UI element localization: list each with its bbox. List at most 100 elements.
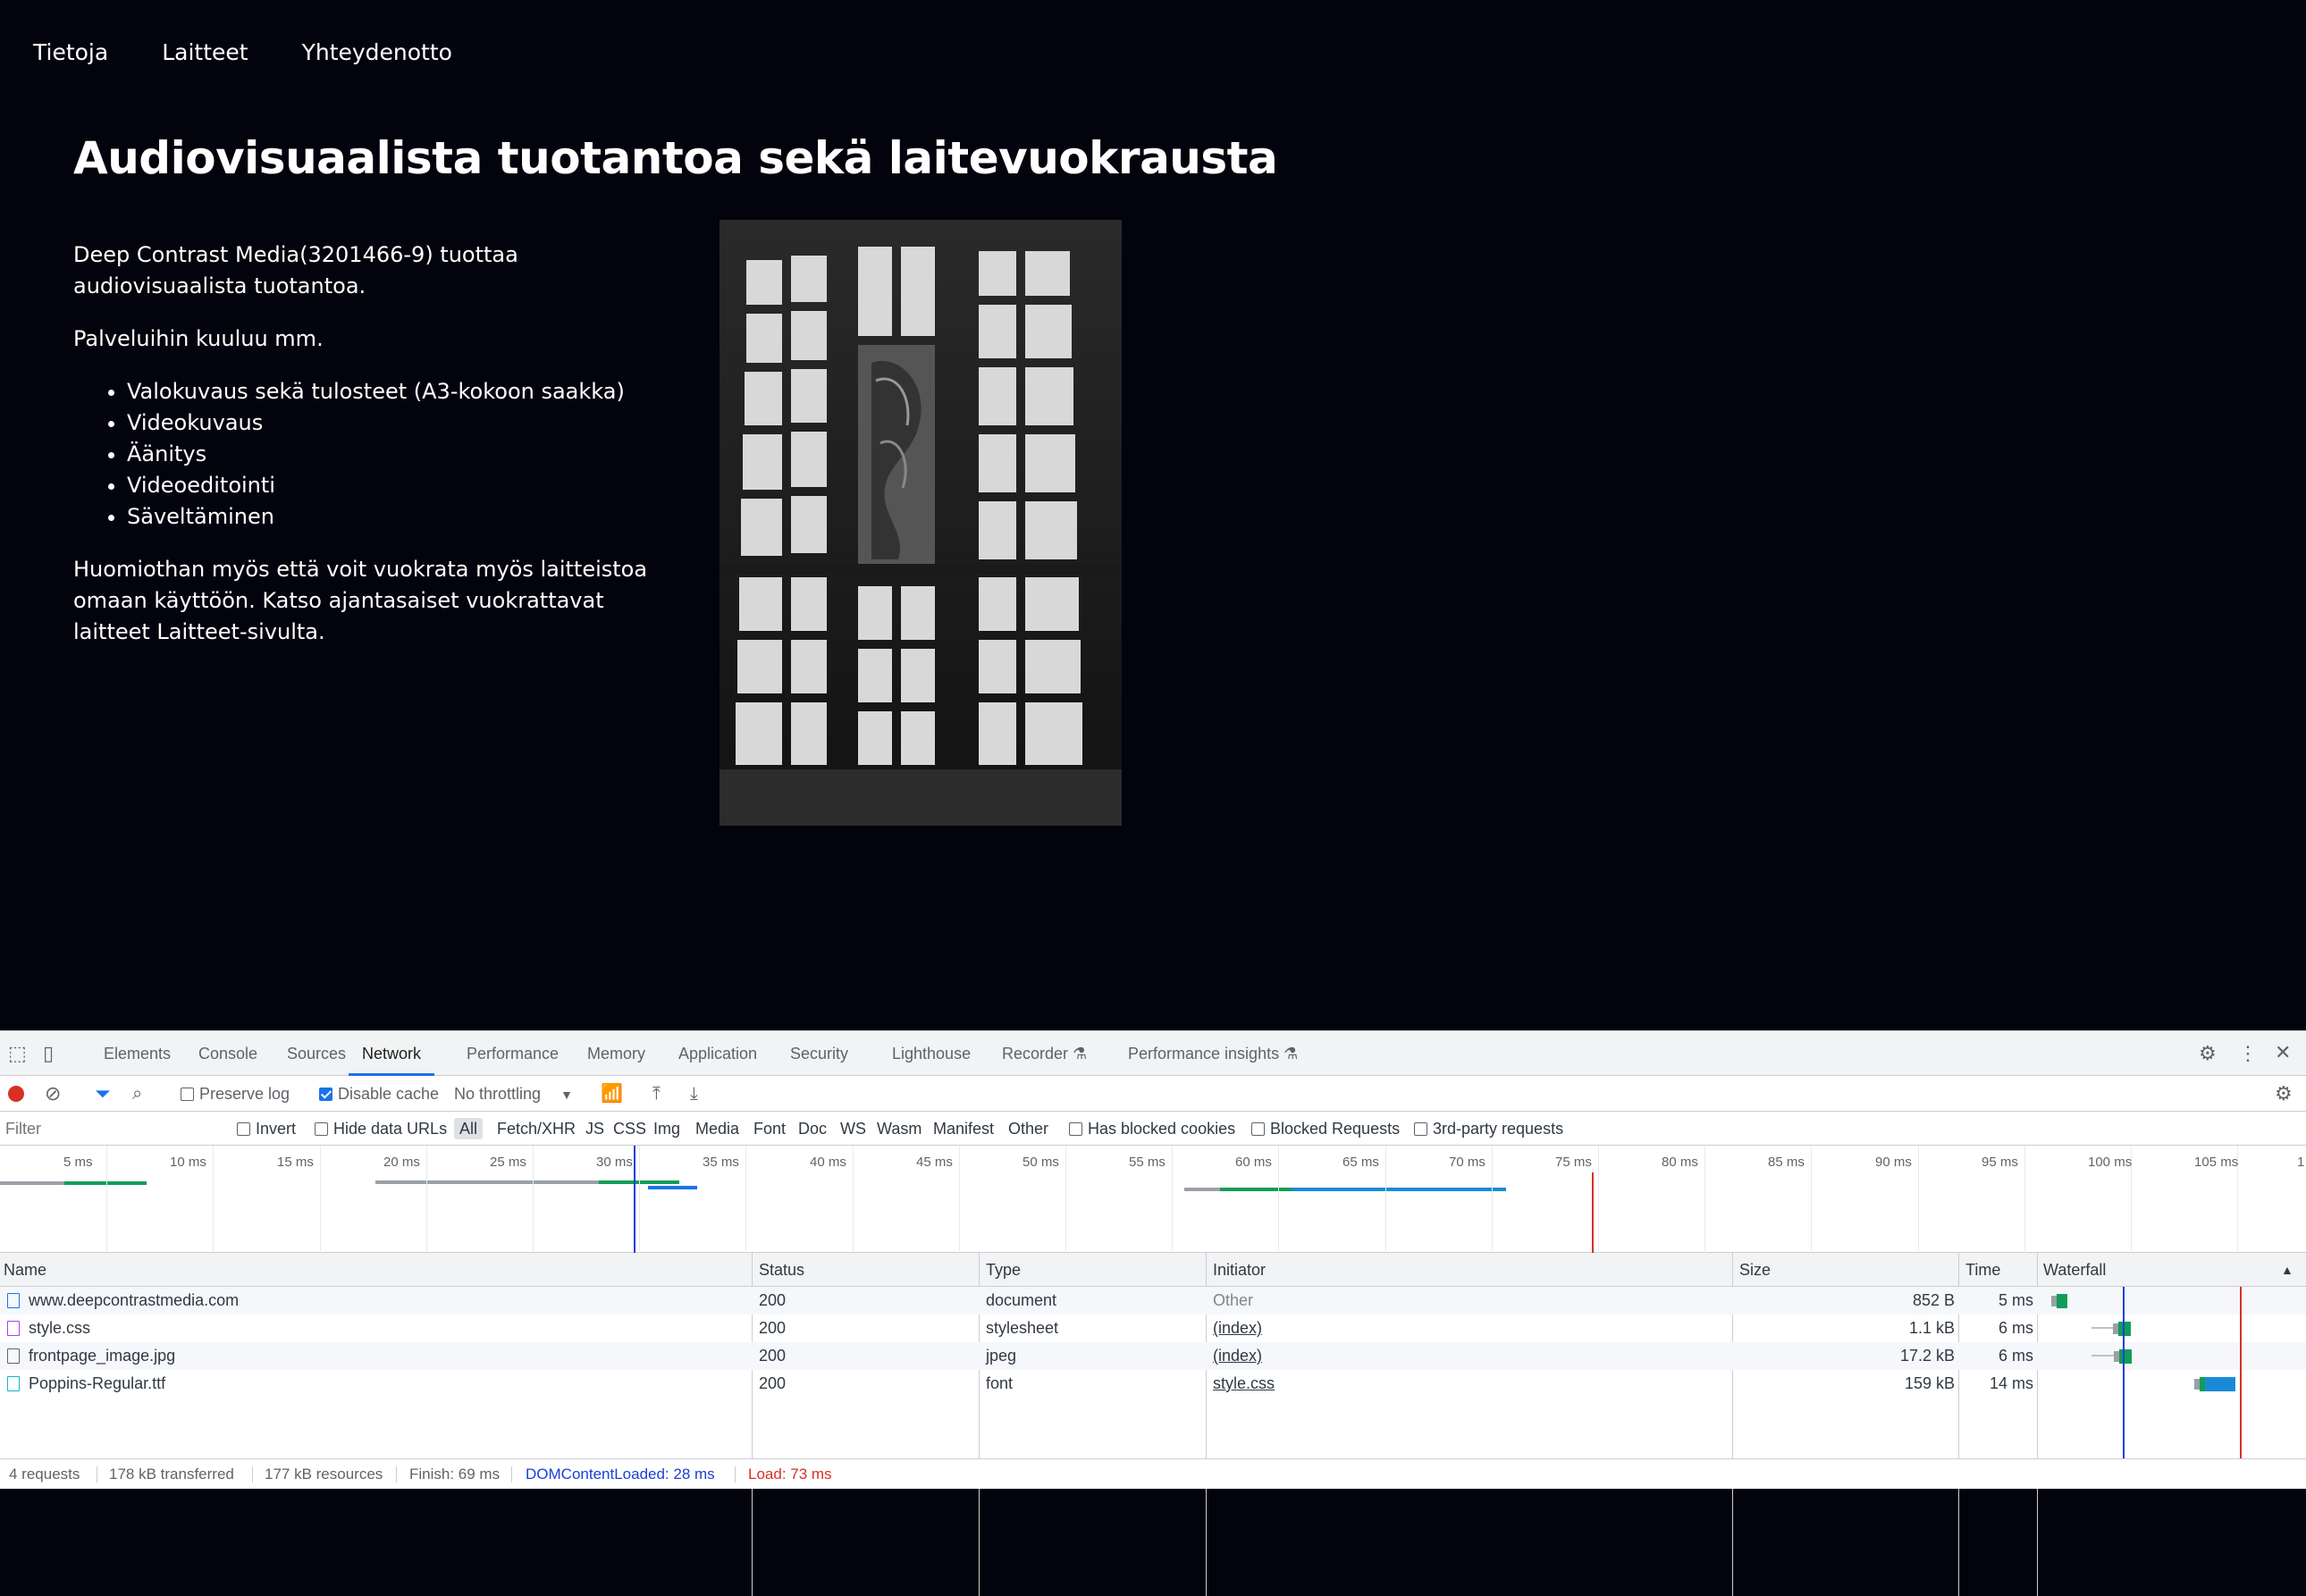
type-filter-fetch-xhr[interactable]: Fetch/XHR [497, 1112, 576, 1146]
table-row[interactable]: frontpage_image.jpg 200 jpeg (index) 17.… [0, 1342, 2306, 1370]
type-filter-ws[interactable]: WS [840, 1112, 866, 1146]
overview-gridline [320, 1146, 321, 1253]
request-size: 17.2 kB [1899, 1347, 1955, 1365]
tab-console[interactable]: Console [198, 1031, 257, 1076]
clear-icon[interactable]: ⊘ [45, 1076, 61, 1112]
record-button[interactable] [8, 1076, 24, 1112]
column-type[interactable]: Type [982, 1253, 1021, 1287]
nav-link-laitteet[interactable]: Laitteet [162, 39, 248, 65]
preserve-log-checkbox[interactable]: Preserve log [181, 1076, 290, 1112]
church-window-image [720, 220, 1122, 826]
overview-gridline [1811, 1146, 1812, 1253]
frontpage-photo [720, 220, 1122, 826]
network-settings-gear-icon[interactable]: ⚙ [2275, 1076, 2293, 1112]
waterfall-bar [2118, 1322, 2131, 1336]
export-har-icon[interactable]: ⤓ [690, 1076, 698, 1112]
overview-tick-label: 35 ms [703, 1155, 739, 1170]
overview-tick-label: 105 ms [2194, 1155, 2239, 1170]
overview-tick-label: 80 ms [1662, 1155, 1698, 1170]
checkbox-box [1414, 1122, 1427, 1136]
overview-gridline [1065, 1146, 1066, 1253]
blocked-requests-checkbox[interactable]: Blocked Requests [1251, 1112, 1400, 1146]
type-filter-img[interactable]: Img [653, 1112, 680, 1146]
overview-tick-label: 50 ms [1023, 1155, 1059, 1170]
type-filter-manifest[interactable]: Manifest [933, 1112, 994, 1146]
overview-tick-label: 45 ms [916, 1155, 953, 1170]
column-size[interactable]: Size [1736, 1253, 1771, 1287]
image-icon [7, 1348, 20, 1364]
more-options-icon[interactable]: ⋮ [2238, 1044, 2258, 1063]
overview-tick-label: 20 ms [383, 1155, 420, 1170]
table-row[interactable]: www.deepcontrastmedia.com 200 document O… [0, 1287, 2306, 1315]
invert-checkbox[interactable]: Invert [237, 1112, 296, 1146]
type-filter-all[interactable]: All [454, 1112, 484, 1146]
status-divider [396, 1466, 397, 1483]
sort-ascending-icon[interactable]: ▲ [2277, 1253, 2293, 1287]
column-initiator[interactable]: Initiator [1209, 1253, 1266, 1287]
intro-paragraph: Deep Contrast Media(3201466-9) tuottaa a… [73, 242, 518, 298]
throttling-select[interactable]: No throttling ▼ [454, 1076, 573, 1112]
settings-gear-icon[interactable]: ⚙ [2199, 1044, 2217, 1063]
network-overview[interactable]: 5 ms 10 ms 15 ms 20 ms 25 ms 30 ms 35 ms 40 ms 4… [0, 1146, 2306, 1253]
column-time[interactable]: Time [1962, 1253, 2000, 1287]
import-har-icon[interactable]: ⤒ [652, 1076, 661, 1112]
search-icon[interactable]: ⌕ [132, 1076, 142, 1112]
column-status[interactable]: Status [755, 1253, 804, 1287]
request-name-text: frontpage_image.jpg [29, 1347, 176, 1365]
request-time: 6 ms [1998, 1347, 2033, 1365]
request-status: 200 [759, 1291, 787, 1309]
table-row[interactable]: style.css 200 stylesheet (index) 1.1 kB … [0, 1315, 2306, 1342]
document-icon [7, 1293, 20, 1308]
tab-application[interactable]: Application [678, 1031, 757, 1076]
status-divider [511, 1466, 512, 1483]
load-time: Load: 73 ms [748, 1466, 832, 1483]
tab-recorder[interactable]: Recorder ⚗ [1002, 1031, 1087, 1076]
tab-security[interactable]: Security [790, 1031, 848, 1076]
type-filter-font[interactable]: Font [753, 1112, 786, 1146]
hide-data-urls-checkbox[interactable]: Hide data URLs [315, 1112, 447, 1146]
table-row[interactable]: Poppins-Regular.ttf 200 font style.css 1… [0, 1370, 2306, 1398]
tab-memory[interactable]: Memory [587, 1031, 645, 1076]
tab-elements[interactable]: Elements [104, 1031, 171, 1076]
filter-input[interactable] [2, 1116, 221, 1141]
device-toolbar-icon[interactable]: ▯ [43, 1044, 54, 1063]
checkbox-box [1251, 1122, 1265, 1136]
overview-gridline [959, 1146, 960, 1253]
close-icon[interactable]: ✕ [2275, 1043, 2291, 1063]
type-filter-wasm[interactable]: Wasm [877, 1112, 922, 1146]
dom-content-loaded-time: DOMContentLoaded: 28 ms [526, 1466, 715, 1483]
tab-performance[interactable]: Performance [467, 1031, 559, 1076]
nav-link-yhteydenotto[interactable]: Yhteydenotto [302, 39, 452, 65]
tab-network[interactable]: Network [349, 1031, 435, 1076]
overview-tick-label: 70 ms [1449, 1155, 1485, 1170]
tab-sources[interactable]: Sources [287, 1031, 346, 1076]
request-initiator-link[interactable]: (index) [1213, 1342, 1262, 1370]
network-conditions-icon[interactable]: 📶 [601, 1076, 623, 1112]
has-blocked-cookies-checkbox[interactable]: Has blocked cookies [1069, 1112, 1235, 1146]
tab-lighthouse[interactable]: Lighthouse [892, 1031, 971, 1076]
request-initiator-link[interactable]: style.css [1213, 1370, 1275, 1398]
experiment-flask-icon: ⚗ [1073, 1045, 1088, 1063]
tab-performance-insights[interactable]: Performance insights ⚗ [1128, 1031, 1298, 1076]
overview-tick-label: 30 ms [596, 1155, 633, 1170]
filter-funnel-icon[interactable]: ⏷ [95, 1076, 111, 1112]
third-party-checkbox[interactable]: 3rd-party requests [1414, 1112, 1563, 1146]
request-status: 200 [759, 1319, 787, 1337]
overview-gridline [1918, 1146, 1919, 1253]
column-name[interactable]: Name [0, 1253, 46, 1287]
invert-label: Invert [256, 1120, 297, 1138]
disable-cache-checkbox[interactable]: Disable cache [319, 1076, 439, 1112]
overview-bar [1220, 1188, 1292, 1191]
tab-performance-insights-label: Performance insights [1128, 1045, 1280, 1063]
type-filter-other[interactable]: Other [1008, 1112, 1048, 1146]
request-status: 200 [759, 1374, 787, 1392]
column-waterfall[interactable]: Waterfall [2040, 1253, 2106, 1287]
type-filter-media[interactable]: Media [695, 1112, 739, 1146]
request-initiator-link[interactable]: (index) [1213, 1315, 1262, 1342]
nav-link-tietoja[interactable]: Tietoja [33, 39, 108, 65]
inspect-element-icon[interactable]: ⬚ [8, 1044, 27, 1063]
overview-tick-label: 95 ms [1982, 1155, 2018, 1170]
type-filter-js[interactable]: JS [585, 1112, 604, 1146]
type-filter-css[interactable]: CSS [613, 1112, 646, 1146]
type-filter-doc[interactable]: Doc [798, 1112, 827, 1146]
